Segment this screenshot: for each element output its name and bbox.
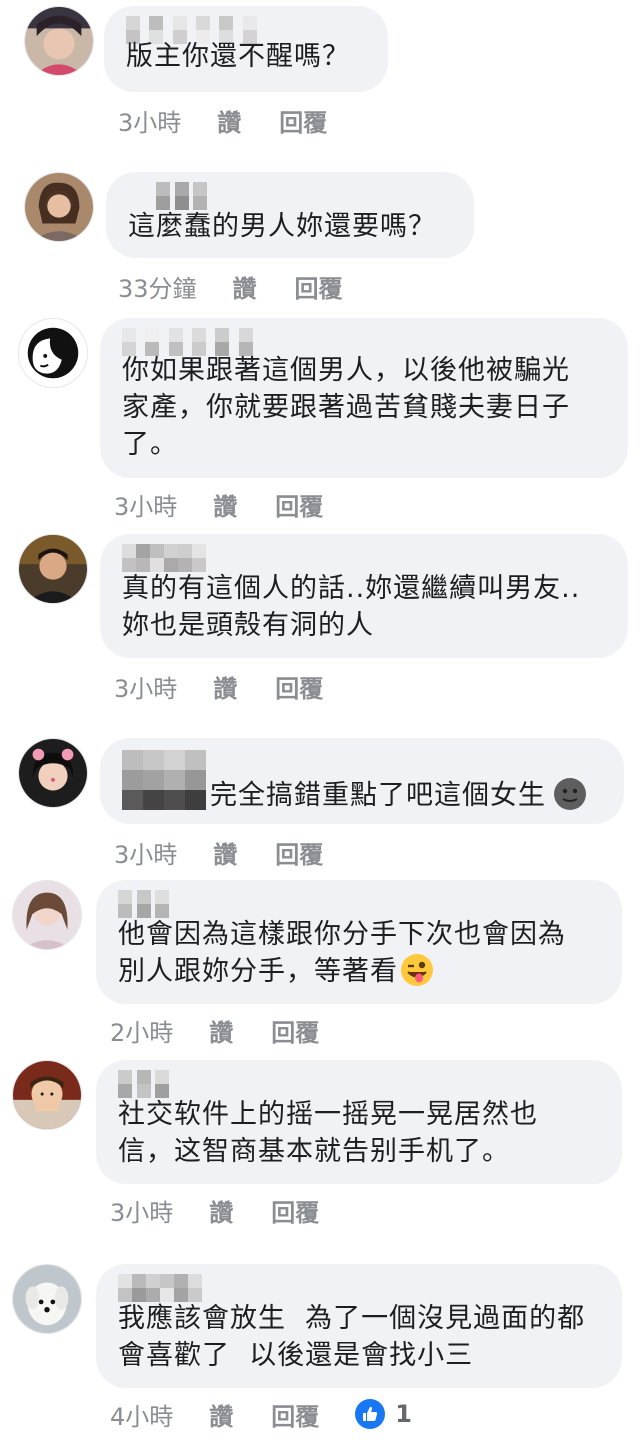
comment-meta: 3小時 讚 回覆 [114,487,323,522]
comment-bubble: 完全搞錯重點了吧這個女生 [100,738,624,824]
timestamp[interactable]: 4小時 [110,1397,173,1432]
comment-text: 完全搞錯重點了吧這個女生 [210,780,546,811]
avatar[interactable] [18,318,88,388]
like-button[interactable]: 讚 [233,269,257,304]
neutral-face-icon [554,778,587,810]
reaction-summary[interactable]: 1 [355,1399,412,1429]
comment-bubble: 你如果跟著這個男人，以後他被騙光 家產，你就要跟著過苦貧賤夫妻日子 了。 [100,318,628,478]
comment-meta: 33分鐘 讚 回覆 [118,269,343,304]
reply-button[interactable]: 回覆 [295,269,343,304]
timestamp[interactable]: 3小時 [114,835,177,870]
comment-text: 你如果跟著這個男人，以後他被騙光 家產，你就要跟著過苦貧賤夫妻日子 了。 [122,355,570,460]
author-name-redacted[interactable] [122,750,206,810]
comment-text: 社交软件上的摇一摇晃一晃居然也 信，这智商基本就告别手机了。 [118,1099,538,1167]
comment-bubble: 社交软件上的摇一摇晃一晃居然也 信，这智商基本就告别手机了。 [96,1060,622,1184]
timestamp[interactable]: 3小時 [114,669,177,704]
comment-text: 真的有這個人的話..妳還繼續叫男友.. 妳也是頭殼有洞的人 [122,573,581,641]
timestamp[interactable]: 3小時 [114,487,177,522]
avatar[interactable] [24,6,94,76]
reply-button[interactable]: 回覆 [275,669,323,704]
like-button[interactable]: 讚 [209,1193,233,1228]
timestamp[interactable]: 2小時 [110,1013,173,1048]
avatar[interactable] [12,880,82,950]
like-button[interactable]: 讚 [213,487,237,522]
author-name-redacted[interactable] [156,182,212,210]
comment-text: 他會因為這樣跟你分手下次也會因為 別人跟妳分手，等著看 [118,916,600,990]
comment-bubble: 我應該會放生 為了一個沒見過面的都 會喜歡了 以後還是會找小三 [96,1264,622,1388]
reply-button[interactable]: 回覆 [271,1013,319,1048]
reply-button[interactable]: 回覆 [275,835,323,870]
comment-meta: 2小時 讚 回覆 [110,1013,319,1048]
comment-text: 我應該會放生 為了一個沒見過面的都 會喜歡了 以後還是會找小三 [118,1303,586,1371]
avatar[interactable] [18,738,88,808]
avatar[interactable] [18,534,88,604]
like-button[interactable]: 讚 [209,1397,233,1432]
author-name-redacted[interactable] [118,1274,202,1302]
reply-button[interactable]: 回覆 [271,1397,319,1432]
comment-meta: 3小時 讚 回覆 [118,103,327,138]
avatar[interactable] [12,1060,82,1130]
reply-button[interactable]: 回覆 [279,103,327,138]
avatar[interactable] [24,172,94,242]
timestamp[interactable]: 3小時 [110,1193,173,1228]
timestamp[interactable]: 3小時 [118,103,181,138]
like-button[interactable]: 讚 [209,1013,233,1048]
author-name-redacted[interactable] [118,890,174,918]
reply-button[interactable]: 回覆 [275,487,323,522]
comment-text-content: 他會因為這樣跟你分手下次也會因為 別人跟妳分手，等著看 [118,919,566,987]
comment-meta: 4小時 讚 回覆 1 [110,1397,412,1432]
like-button[interactable]: 讚 [217,103,241,138]
like-button[interactable]: 讚 [213,835,237,870]
author-name-redacted[interactable] [118,1070,174,1098]
author-name-redacted[interactable] [122,544,206,572]
comment-bubble: 版主你還不醒嗎？ [104,6,388,92]
winking-tongue-face-icon [401,954,433,986]
like-thumb-icon [355,1399,386,1429]
comment-meta: 3小時 讚 回覆 [114,669,323,704]
comment-text: 版主你還不醒嗎？ [126,41,350,72]
timestamp[interactable]: 33分鐘 [118,269,197,304]
comment-bubble: 真的有這個人的話..妳還繼續叫男友.. 妳也是頭殼有洞的人 [100,534,628,658]
reaction-count: 1 [395,1400,412,1428]
comment-bubble: 這麼蠢的男人妳還要嗎？ [106,172,474,258]
comment-text: 這麼蠢的男人妳還要嗎？ [128,211,436,242]
reply-button[interactable]: 回覆 [271,1193,319,1228]
avatar[interactable] [12,1264,82,1334]
comment-bubble: 他會因為這樣跟你分手下次也會因為 別人跟妳分手，等著看 [96,880,622,1004]
like-button[interactable]: 讚 [213,669,237,704]
comment-meta: 3小時 讚 回覆 [110,1193,319,1228]
comment-meta: 3小時 讚 回覆 [114,835,323,870]
